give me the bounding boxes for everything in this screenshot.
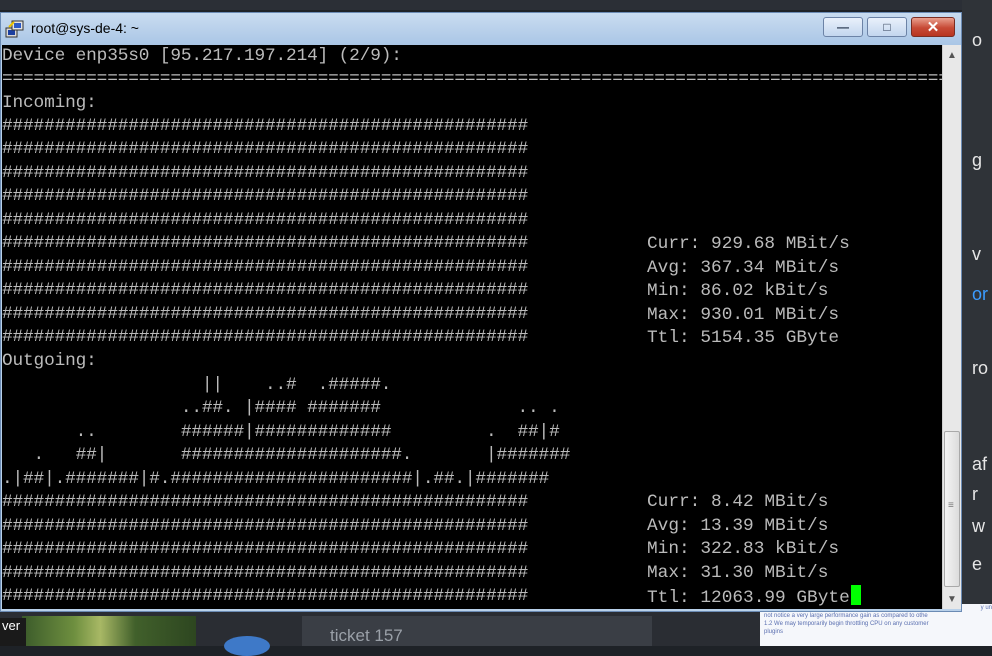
outgoing-graph-row: ########################################… (2, 492, 529, 512)
minimize-icon: — (837, 20, 849, 34)
bg-text-fragment: g (972, 150, 983, 170)
bg-link-fragment: or (972, 284, 989, 304)
close-icon: ✕ (926, 19, 940, 36)
outgoing-label: Outgoing: (2, 351, 97, 371)
note-line: not notice a very large performance gain… (764, 613, 928, 619)
scroll-down-arrow-icon[interactable]: ▼ (943, 589, 961, 609)
device-header: Device enp35s0 [95.217.197.214] (2/9): (2, 46, 402, 66)
bg-text-fragment: o (972, 30, 983, 50)
incoming-graph-row: ########################################… (2, 116, 529, 136)
grip-icon: ≡ (948, 500, 954, 511)
outgoing-graph-row: . ##| #####################. |####### (2, 445, 571, 465)
incoming-graph-row: ########################################… (2, 210, 529, 230)
outgoing-graph-row: ########################################… (2, 563, 529, 583)
outgoing-ttl-line: Ttl: 12063.99 GByte (647, 585, 861, 608)
incoming-graph-row: ########################################… (2, 304, 529, 324)
note-line: 1.2 We may temporarily begin throttling … (764, 621, 929, 627)
incoming-label: Incoming: (2, 93, 97, 113)
outgoing-graph-row: ########################################… (2, 586, 529, 606)
bg-text-fragment: w (972, 516, 985, 536)
text-cursor (850, 585, 861, 605)
outgoing-graph-row: .|##|.#######|#.#######################|… (2, 469, 550, 489)
incoming-graph-row: ########################################… (2, 280, 529, 300)
maximize-button[interactable]: □ (867, 17, 907, 37)
incoming-avg: Avg: 367.34 MBit/s (647, 258, 840, 278)
terminal-window[interactable]: root@sys-de-4: ~ — □ ✕ Device enp35s0 [9… (0, 12, 962, 612)
background-app-strip (0, 0, 992, 10)
window-title: root@sys-de-4: ~ (31, 20, 139, 36)
terminal-screen[interactable]: Device enp35s0 [95.217.197.214] (2/9): =… (2, 45, 942, 609)
outgoing-curr: Curr: 8.42 MBit/s (647, 492, 829, 512)
scroll-up-arrow-icon[interactable]: ▲ (943, 45, 961, 65)
ticket-label: ticket 157 (330, 626, 403, 645)
incoming-graph-row: ########################################… (2, 163, 529, 183)
note-line: plugins (764, 629, 784, 635)
bg-text-fragment: v (972, 244, 981, 264)
incoming-max: Max: 930.01 MBit/s (647, 305, 840, 325)
background-app-right-panel: o g v or ro af r w e (962, 0, 992, 646)
title-bar[interactable]: root@sys-de-4: ~ — □ ✕ (1, 13, 961, 45)
separator-line: ========================================… (2, 69, 942, 89)
bg-text-fragment: ro (972, 358, 989, 378)
outgoing-graph-row: ..##. |#### ####### .. . (2, 398, 560, 418)
avatar (224, 636, 270, 656)
incoming-ttl: Ttl: 5154.35 GByte (647, 328, 840, 348)
outgoing-ttl: Ttl: 12063.99 GByte (647, 588, 850, 608)
bg-text-fragment: e (972, 554, 983, 574)
outgoing-min: Min: 322.83 kBit/s (647, 539, 840, 559)
outgoing-graph-row: || ..# .#####. (2, 375, 392, 395)
background-photo-thumbnail (22, 616, 196, 646)
putty-app-icon[interactable] (5, 19, 25, 39)
maximize-icon: □ (883, 20, 891, 34)
incoming-graph-row: ########################################… (2, 186, 529, 206)
background-ticket-card[interactable]: ticket 157 (302, 616, 652, 646)
outgoing-avg: Avg: 13.39 MBit/s (647, 516, 829, 536)
bg-text-fragment: af (972, 454, 988, 474)
bg-text-fragment: r (972, 484, 978, 504)
outgoing-graph-row: ########################################… (2, 516, 529, 536)
incoming-graph-row: ########################################… (2, 257, 529, 277)
close-button[interactable]: ✕ (911, 17, 955, 37)
incoming-graph-row: ########################################… (2, 233, 529, 253)
incoming-curr: Curr: 929.68 MBit/s (647, 234, 850, 254)
vertical-scrollbar[interactable]: ▲ ≡ ▼ (942, 45, 961, 609)
outgoing-graph-row: .. ######|############# . ##|# (2, 422, 560, 442)
incoming-graph-row: ########################################… (2, 139, 529, 159)
outgoing-max: Max: 31.30 MBit/s (647, 563, 829, 583)
outgoing-graph-row: ########################################… (2, 539, 529, 559)
bg-text-fragment: ver (0, 618, 26, 646)
minimize-button[interactable]: — (823, 17, 863, 37)
incoming-min: Min: 86.02 kBit/s (647, 281, 829, 301)
scrollbar-thumb[interactable]: ≡ (944, 431, 960, 587)
incoming-graph-row: ########################################… (2, 327, 529, 347)
